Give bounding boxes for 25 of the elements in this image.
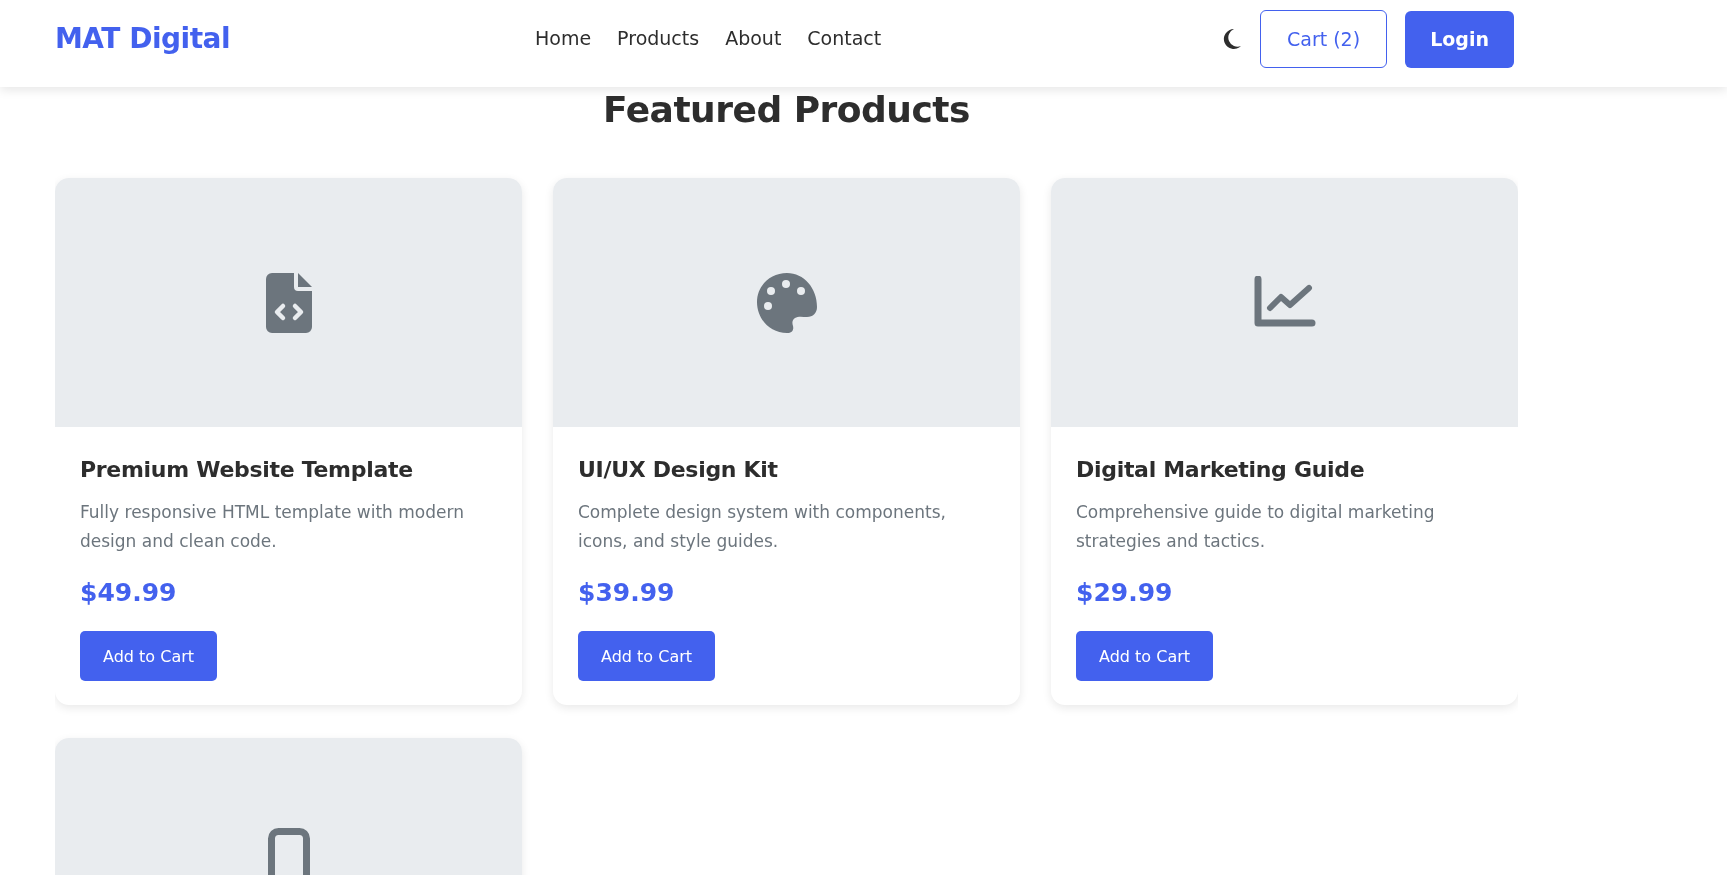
palette-icon bbox=[755, 271, 818, 334]
phone-icon bbox=[267, 827, 310, 875]
product-price: $49.99 bbox=[80, 578, 178, 607]
add-to-cart-button[interactable]: Add to Cart bbox=[1076, 631, 1214, 681]
login-button[interactable]: Login bbox=[1405, 10, 1514, 68]
nav-link[interactable]: Contact bbox=[807, 27, 882, 49]
moon-icon[interactable] bbox=[1222, 28, 1242, 50]
nav-link[interactable]: Home bbox=[535, 27, 592, 49]
product-price: $29.99 bbox=[1076, 578, 1174, 607]
add-to-cart-button[interactable]: Add to Cart bbox=[578, 631, 716, 681]
product-price: $39.99 bbox=[578, 578, 676, 607]
product-title: Digital Marketing Guide bbox=[1076, 457, 1366, 482]
nav-link[interactable]: Products bbox=[617, 27, 700, 49]
nav-link[interactable]: About bbox=[725, 27, 782, 49]
product-title: Premium Website Template bbox=[80, 457, 414, 482]
section-heading: Featured Products bbox=[602, 88, 971, 132]
product-description: Fully responsive HTML template with modern design and clean code. bbox=[80, 501, 465, 553]
product-description: Complete design system with components, icons, and style guides. bbox=[578, 501, 947, 553]
cart-button[interactable]: Cart (2) bbox=[1260, 10, 1388, 68]
line-chart-icon bbox=[1253, 275, 1316, 330]
product-description: Comprehensive guide to digital marketing strategies and tactics. bbox=[1076, 501, 1436, 553]
product-title: UI/UX Design Kit bbox=[578, 457, 779, 482]
add-to-cart-button[interactable]: Add to Cart bbox=[80, 631, 218, 681]
code-file-icon bbox=[265, 272, 312, 333]
logo[interactable]: MAT Digital bbox=[55, 22, 231, 55]
